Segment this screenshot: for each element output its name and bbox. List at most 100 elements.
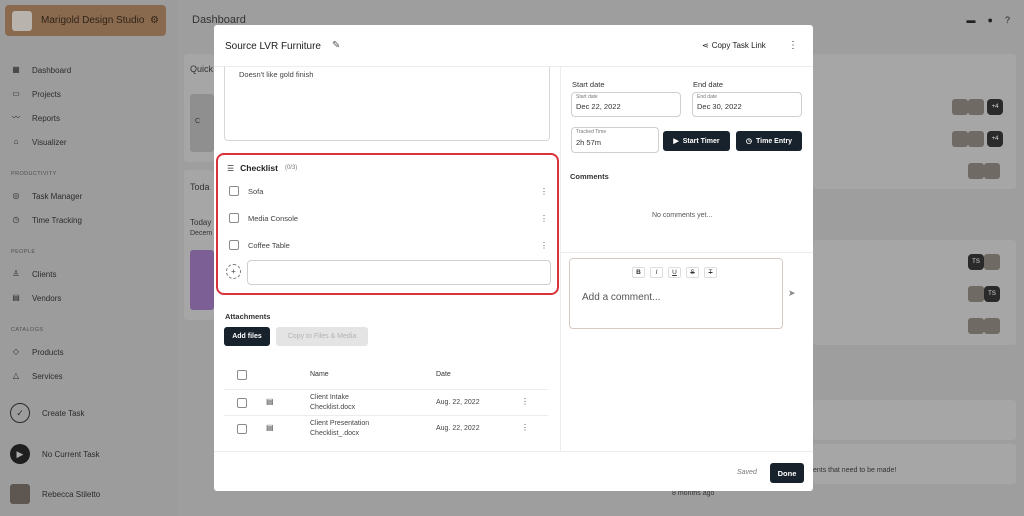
tracked-time-value: 2h 57m xyxy=(576,138,602,147)
checklist-checkbox[interactable] xyxy=(229,213,239,223)
checklist-checkbox[interactable] xyxy=(229,240,239,250)
top-actions: ▬ ● ? xyxy=(967,15,1010,25)
sidebar-item-clients[interactable]: ♙ Clients xyxy=(0,267,178,281)
stopwatch-icon: ◷ xyxy=(745,138,753,145)
file-name[interactable]: Client Presentation Checklist_.docx xyxy=(310,419,390,439)
start-date-field[interactable]: Start date Dec 22, 2022 xyxy=(571,92,681,117)
item-menu-icon[interactable]: ⋮ xyxy=(539,214,549,223)
copy-to-files-button[interactable]: Copy to Files & Media xyxy=(276,327,368,346)
tracked-time-caption: Tracked Time xyxy=(576,129,607,135)
end-date-value: Dec 30, 2022 xyxy=(697,102,742,111)
checklist-header: ☰ Checklist (0/3) xyxy=(227,163,297,173)
checklist-section: ☰ Checklist (0/3) Sofa ⋮ Media Console ⋮… xyxy=(216,153,559,295)
select-all-checkbox[interactable] xyxy=(237,370,247,380)
store-icon: ▤ xyxy=(12,293,20,302)
end-date-field[interactable]: End date Dec 30, 2022 xyxy=(692,92,802,117)
sidebar-item-task-manager[interactable]: ◎ Task Manager xyxy=(0,189,178,203)
sidebar-item-products[interactable]: ◇ Products xyxy=(0,345,178,359)
attachments-title: Attachments xyxy=(225,312,271,321)
checklist-item: Coffee Table ⋮ xyxy=(229,238,549,252)
avatar xyxy=(968,163,984,179)
item-menu-icon[interactable]: ⋮ xyxy=(539,187,549,196)
pencil-icon[interactable]: ✎ xyxy=(332,40,340,51)
modal-header: Source LVR Furniture ✎ ⋖ Copy Task Link … xyxy=(214,25,813,67)
row-checkbox[interactable] xyxy=(237,424,247,434)
notes-textarea[interactable]: Doesn't like gold finish xyxy=(224,67,550,141)
send-icon[interactable]: ➤ xyxy=(788,288,796,299)
avatar xyxy=(968,318,984,334)
document-icon: ▤ xyxy=(266,423,274,432)
start-date-value: Dec 22, 2022 xyxy=(576,102,621,111)
underline-icon[interactable]: U xyxy=(668,267,681,278)
checklist-checkbox[interactable] xyxy=(229,186,239,196)
share-icon: ⋖ xyxy=(702,41,709,50)
avatar xyxy=(968,131,984,147)
tag-icon: ◇ xyxy=(12,347,20,356)
file-menu-icon[interactable]: ⋮ xyxy=(521,397,529,406)
end-date-caption: End date xyxy=(697,94,718,100)
file-menu-icon[interactable]: ⋮ xyxy=(521,423,529,432)
add-task-icon: ✓ xyxy=(10,403,30,423)
sidebar-item-dashboard[interactable]: ▦ Dashboard xyxy=(0,63,178,77)
play-icon: ▶ xyxy=(10,444,30,464)
nav-section-people: PEOPLE xyxy=(11,249,36,255)
checklist-item-label[interactable]: Sofa xyxy=(248,187,539,196)
column-header-name: Name xyxy=(310,371,329,378)
strikethrough-icon[interactable]: S xyxy=(686,267,699,278)
create-task-button[interactable]: ✓ Create Task xyxy=(10,403,85,423)
folder-icon: ▭ xyxy=(12,89,20,98)
table-divider xyxy=(224,389,548,390)
quick-item xyxy=(190,94,214,152)
more-options-icon[interactable]: ⋮ xyxy=(788,40,798,51)
item-menu-icon[interactable]: ⋮ xyxy=(539,241,549,250)
today-title: Toda xyxy=(190,182,210,192)
sidebar-item-vendors[interactable]: ▤ Vendors xyxy=(0,291,178,305)
saved-status: Saved xyxy=(737,469,757,476)
bell-icon[interactable]: ● xyxy=(988,15,993,25)
user-icon: ♙ xyxy=(12,269,20,278)
bold-icon[interactable]: B xyxy=(632,267,645,278)
add-files-button[interactable]: Add files xyxy=(224,327,270,346)
avatar xyxy=(968,99,984,115)
checklist-item: Media Console ⋮ xyxy=(229,211,549,225)
sidebar-item-services[interactable]: △ Services xyxy=(0,369,178,383)
user-profile[interactable]: Rebecca Stiletto xyxy=(10,484,100,504)
checklist-item-label[interactable]: Coffee Table xyxy=(248,241,539,250)
comment-input[interactable] xyxy=(582,290,772,304)
checklist-item-label[interactable]: Media Console xyxy=(248,214,539,223)
clear-format-icon[interactable]: T xyxy=(704,267,717,278)
visualizer-icon: ⌂ xyxy=(13,137,19,146)
tracked-time-field[interactable]: Tracked Time 2h 57m xyxy=(571,127,659,153)
more-badge: +4 xyxy=(987,131,1003,147)
row-checkbox[interactable] xyxy=(237,398,247,408)
start-date-caption: Start date xyxy=(576,94,598,100)
time-entry-button[interactable]: ◷ Time Entry xyxy=(736,131,802,151)
help-icon[interactable]: ? xyxy=(1005,15,1010,25)
right-card-note xyxy=(813,444,1016,484)
sidebar-item-time-tracking[interactable]: ◷ Time Tracking xyxy=(0,213,178,227)
start-timer-button[interactable]: ▶ Start Timer xyxy=(663,131,730,151)
done-button[interactable]: Done xyxy=(770,463,804,483)
task-title[interactable]: Source LVR Furniture xyxy=(225,41,321,52)
italic-icon[interactable]: I xyxy=(650,267,663,278)
today-sub: Today xyxy=(190,218,212,227)
sidebar-item-reports[interactable]: 〰 Reports xyxy=(0,111,178,125)
column-divider xyxy=(560,67,561,451)
more-badge: +4 xyxy=(987,99,1003,115)
current-task-button[interactable]: ▶ No Current Task xyxy=(10,444,100,464)
sidebar-item-visualizer[interactable]: ⌂ Visualizer xyxy=(0,135,178,149)
add-checklist-item-icon[interactable]: + xyxy=(226,264,241,279)
sidebar-item-projects[interactable]: ▭ Projects xyxy=(0,87,178,101)
chat-icon[interactable]: ▬ xyxy=(967,15,976,25)
today-event xyxy=(190,250,214,310)
sidebar: Marigold Design Studio ⚙ ▦ Dashboard ▭ Pro… xyxy=(0,0,178,516)
column-header-date: Date xyxy=(436,371,451,378)
copy-task-link-button[interactable]: ⋖ Copy Task Link xyxy=(702,41,766,50)
studio-switcher[interactable]: Marigold Design Studio ⚙ xyxy=(5,5,166,36)
file-name[interactable]: Client Intake Checklist.docx xyxy=(310,393,390,413)
gear-icon[interactable]: ⚙ xyxy=(150,15,159,26)
quick-title: Quick xyxy=(190,64,214,74)
new-checklist-item-input[interactable] xyxy=(247,260,551,285)
studio-name: Marigold Design Studio xyxy=(41,15,145,26)
quick-folder-text: C xyxy=(195,118,201,125)
